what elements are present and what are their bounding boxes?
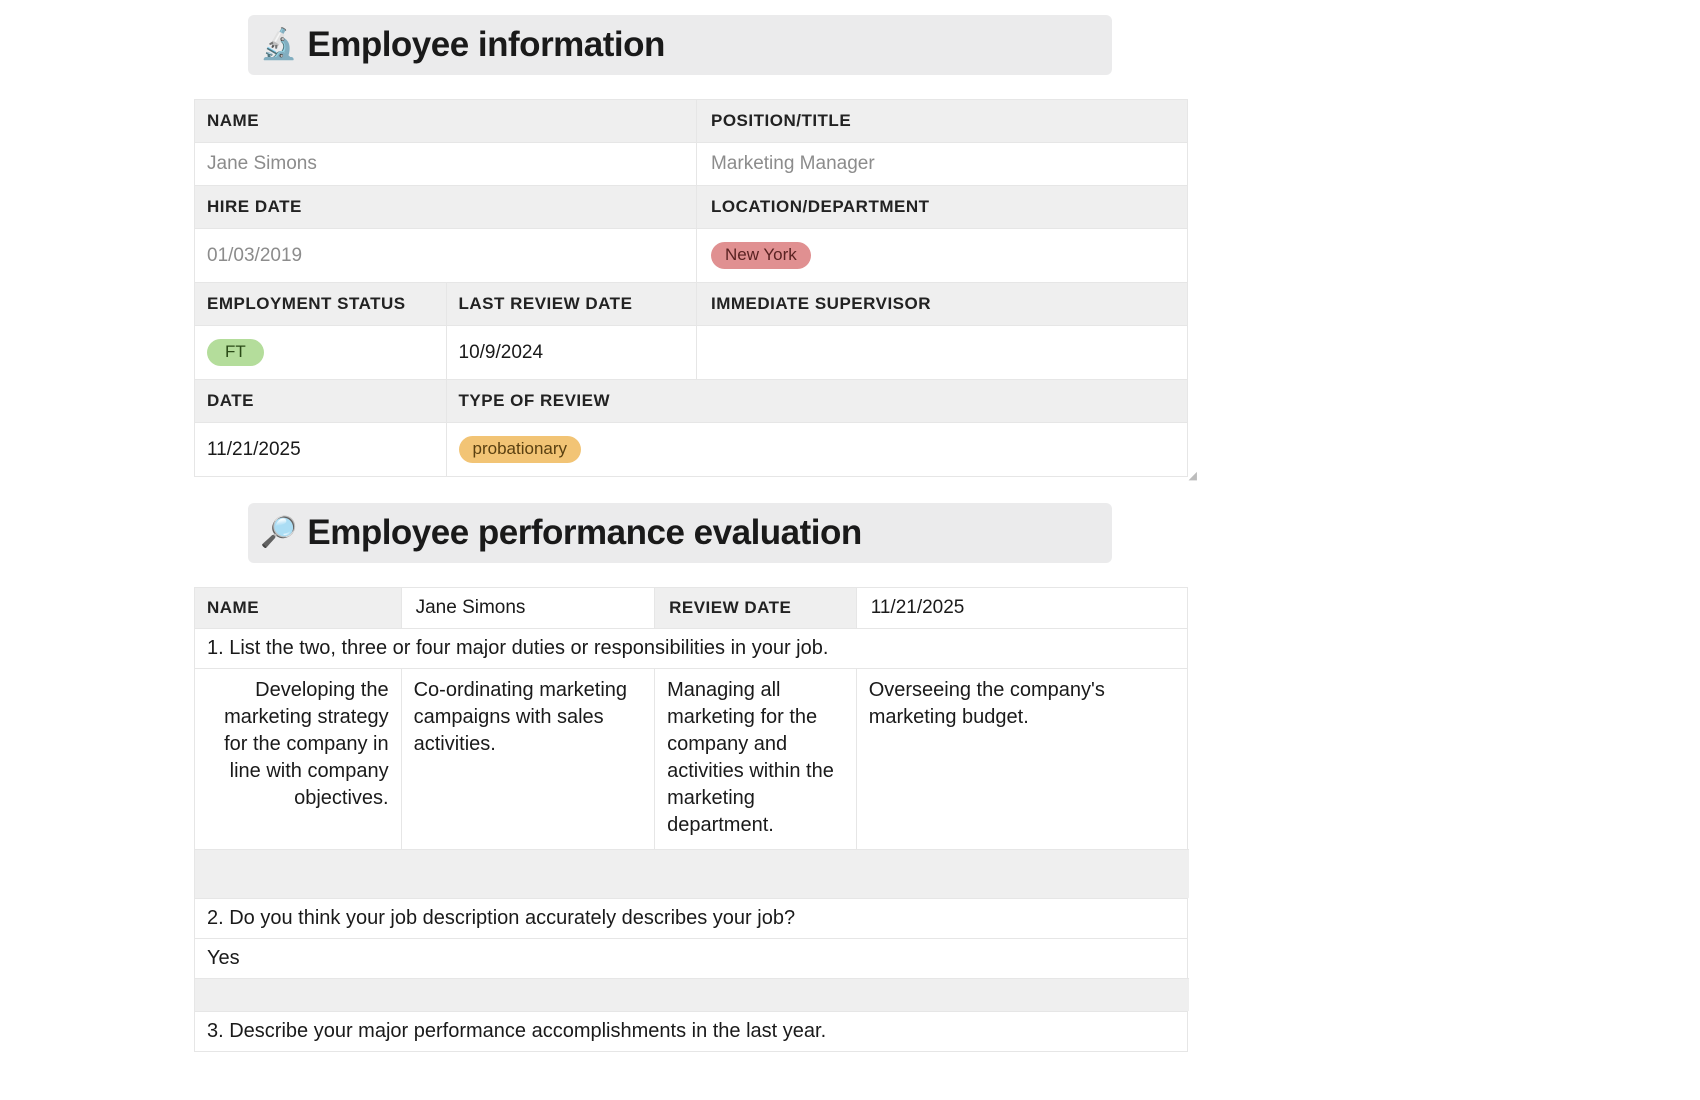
label-hire-date: HIRE DATE [195,185,696,228]
label-date: DATE [195,379,446,422]
microscope-icon: 🔬 [260,30,297,60]
value-position[interactable]: Marketing Manager [696,142,1187,185]
label-immediate-supervisor: IMMEDIATE SUPERVISOR [696,282,1187,325]
pill-type-of-review: probationary [459,436,582,463]
value-type-of-review[interactable]: probationary [446,422,1187,476]
value-location[interactable]: New York [696,228,1187,282]
value-date[interactable]: 11/21/2025 [195,422,446,476]
value-name[interactable]: Jane Simons [401,587,654,628]
label-review-date: REVIEW DATE [654,587,856,628]
label-type-of-review: TYPE OF REVIEW [446,379,1187,422]
label-position: POSITION/TITLE [696,99,1187,142]
question-1: 1. List the two, three or four major dut… [195,628,1187,668]
answer-2[interactable]: Yes [195,938,1187,978]
value-employment-status[interactable]: FT [195,325,446,379]
section-employee-information-header: 🔬 Employee information [248,15,1112,75]
label-employment-status: EMPLOYMENT STATUS [195,282,446,325]
duty-1[interactable]: Developing the marketing strategy for th… [195,668,401,849]
label-location: LOCATION/DEPARTMENT [696,185,1187,228]
value-hire-date[interactable]: 01/03/2019 [195,228,696,282]
value-name[interactable]: Jane Simons [195,142,696,185]
label-name: NAME [195,99,696,142]
spacer-row [195,849,1189,898]
value-review-date[interactable]: 11/21/2025 [856,587,1187,628]
label-last-review-date: LAST REVIEW DATE [446,282,697,325]
section-title: Employee information [307,25,665,65]
magnifier-icon: 🔎 [260,518,297,548]
duty-2[interactable]: Co-ordinating marketing campaigns with s… [401,668,654,849]
section-title: Employee performance evaluation [307,513,861,553]
duty-3[interactable]: Managing all marketing for the company a… [654,668,856,849]
section-performance-evaluation-header: 🔎 Employee performance evaluation [248,503,1112,563]
value-immediate-supervisor[interactable] [696,325,1187,379]
duty-4[interactable]: Overseeing the company's marketing budge… [856,668,1187,849]
employee-information-table: NAME POSITION/TITLE Jane Simons Marketin… [194,99,1188,477]
question-3: 3. Describe your major performance accom… [195,1011,1187,1051]
page: 🔬 Employee information NAME POSITION/TIT… [0,0,1700,1100]
question-2: 2. Do you think your job description acc… [195,898,1187,938]
value-last-review-date[interactable]: 10/9/2024 [446,325,697,379]
spacer-row [195,978,1189,1011]
label-name: NAME [195,587,401,628]
pill-location: New York [711,242,811,269]
resize-handle-icon[interactable]: ◢ [1189,469,1197,482]
pill-employment-status: FT [207,339,264,366]
performance-evaluation-table: NAME Jane Simons REVIEW DATE 11/21/2025 … [194,587,1188,1052]
